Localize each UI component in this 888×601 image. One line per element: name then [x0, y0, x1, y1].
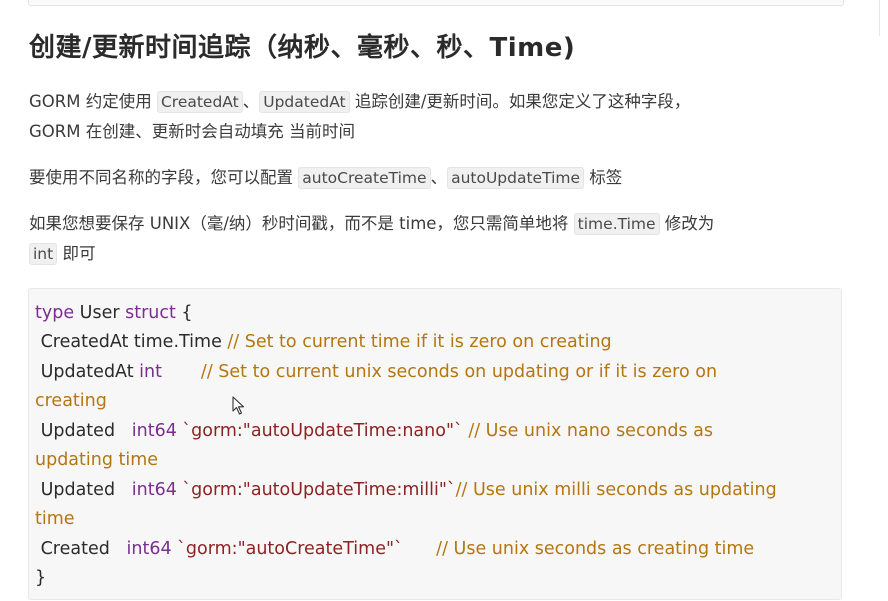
- inline-code-autoupdatetime: autoUpdateTime: [447, 167, 585, 189]
- inline-code-updatedat: UpdatedAt: [259, 91, 350, 113]
- para1-text3: 追踪创建/更新时间。如果您定义了这种字段，: [349, 92, 691, 111]
- padding-3: [162, 362, 201, 382]
- para2-text1: 要使用不同名称的字段，您可以配置: [29, 168, 299, 187]
- mouse-cursor-icon: [232, 396, 245, 415]
- inline-code-time-time: time.Time: [573, 213, 660, 235]
- section-heading: 创建/更新时间追踪（纳秒、毫秒、秒、Time): [29, 33, 576, 63]
- comment-created: // Use unix seconds as creating time: [436, 539, 755, 559]
- document-page: 创建/更新时间追踪（纳秒、毫秒、秒、Time) GORM 约定使用 Create…: [0, 0, 888, 601]
- code-line-9: Created int64 `gorm:"autoCreateTime"` //…: [35, 535, 755, 564]
- code-line-8: time: [35, 505, 75, 534]
- code-line-3: UpdatedAt int // Set to current unix sec…: [35, 358, 717, 387]
- para3-text2: 修改为: [659, 214, 715, 233]
- scrollbar-edge: [879, 0, 880, 36]
- comment-createdat: // Set to current time if it is zero on …: [227, 332, 612, 352]
- inline-code-createdat: CreatedAt: [156, 91, 243, 113]
- para1-line2: GORM 在创建、更新时会自动填充 当前时间: [29, 122, 355, 141]
- comment-updatedat: // Set to current unix seconds on updati…: [200, 362, 718, 382]
- type-int: int: [139, 362, 162, 382]
- type-int64-nano: int64: [131, 421, 177, 441]
- padding-9: [403, 539, 436, 559]
- type-int64-created: int64: [126, 539, 172, 559]
- comment-nano: // Use unix nano seconds as: [462, 421, 713, 441]
- code-line-2: CreatedAt time.Time // Set to current ti…: [35, 328, 612, 357]
- inline-code-autocreatetime: autoCreateTime: [298, 167, 431, 189]
- previous-code-block: [28, 0, 844, 6]
- code-line-10: }: [35, 564, 46, 593]
- code-line-4: creating: [35, 387, 107, 416]
- field-created: Created: [35, 539, 127, 559]
- code-line-6: updating time: [35, 446, 158, 475]
- keyword-struct: struct: [125, 303, 176, 323]
- tag-update-nano: `gorm:"autoUpdateTime:nano"`: [176, 421, 463, 441]
- para1-text2: 、: [242, 92, 260, 111]
- comment-milli: // Use unix milli seconds as updating: [455, 480, 777, 500]
- open-brace: {: [175, 303, 193, 323]
- field-updated-milli: Updated: [35, 480, 132, 500]
- close-brace: }: [35, 568, 47, 588]
- type-int64-milli: int64: [131, 480, 177, 500]
- comment-updatedat-wrap: creating: [35, 391, 107, 411]
- paragraph-unix: 如果您想要保存 UNIX（毫/纳）秒时间戳，而不是 time，您只需简单地将 t…: [29, 209, 714, 269]
- para3-text1: 如果您想要保存 UNIX（毫/纳）秒时间戳，而不是 time，您只需简单地将: [29, 214, 574, 233]
- code-line-1: type User struct {: [35, 299, 193, 328]
- struct-name: User: [74, 303, 126, 323]
- code-line-5: Updated int64 `gorm:"autoUpdateTime:nano…: [35, 417, 713, 446]
- tag-update-milli: `gorm:"autoUpdateTime:milli"`: [176, 480, 456, 500]
- para2-text2: 、: [430, 168, 448, 187]
- keyword-type: type: [35, 303, 75, 323]
- paragraph-tags: 要使用不同名称的字段，您可以配置 autoCreateTime、 autoUpda…: [29, 163, 622, 193]
- field-updatedat: UpdatedAt: [35, 362, 140, 382]
- paragraph-timestamps: GORM 约定使用 CreatedAt、 UpdatedAt 追踪创建/更新时间。…: [29, 87, 690, 146]
- code-line-7: Updated int64 `gorm:"autoUpdateTime:mill…: [35, 476, 777, 505]
- para1-text1: GORM 约定使用: [29, 92, 157, 111]
- para2-text3: 标签: [584, 168, 623, 187]
- comment-milli-wrap: time: [35, 509, 75, 529]
- inline-code-int: int: [29, 243, 58, 265]
- field-updated-nano: Updated: [35, 421, 132, 441]
- tag-create: `gorm:"autoCreateTime"`: [171, 539, 403, 559]
- code-block: type User struct { CreatedAt time.Time /…: [28, 288, 842, 600]
- para3-text3: 即可: [57, 244, 96, 263]
- field-createdat: CreatedAt time.Time: [35, 332, 228, 352]
- comment-nano-wrap: updating time: [35, 450, 159, 470]
